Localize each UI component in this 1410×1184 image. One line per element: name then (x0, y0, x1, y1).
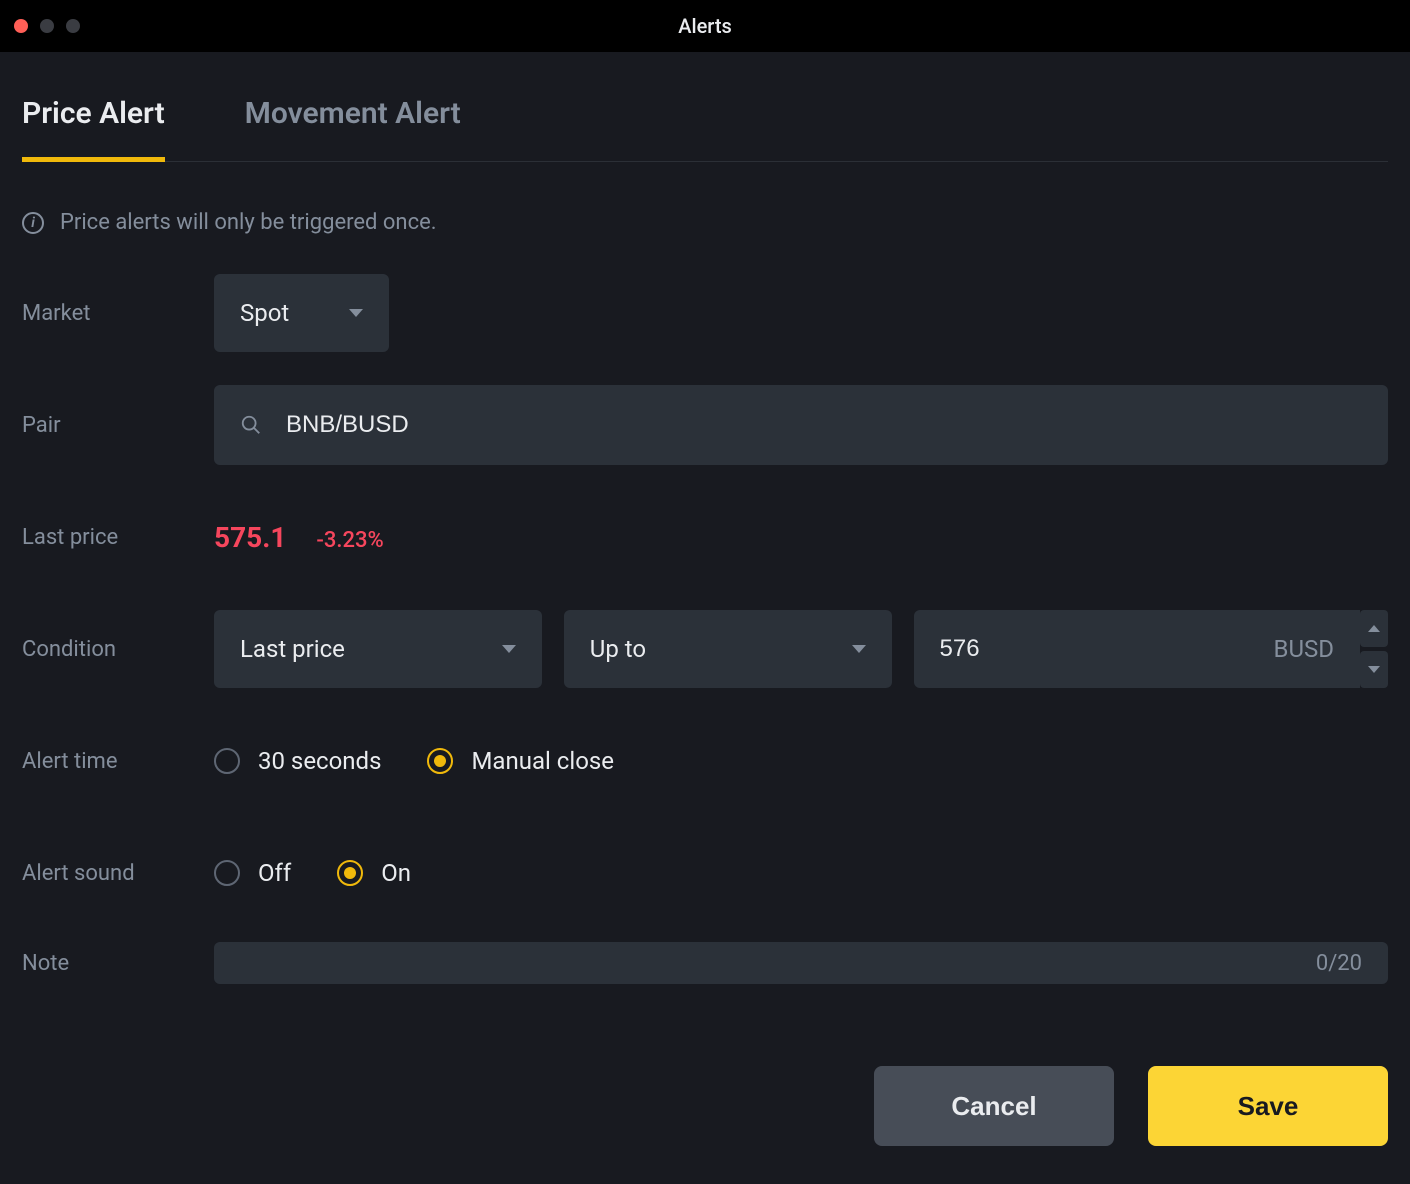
minimize-window-button[interactable] (40, 19, 54, 33)
pair-search[interactable] (214, 385, 1388, 465)
radio-label-off: Off (258, 859, 291, 887)
label-note: Note (22, 951, 214, 976)
radio-icon (427, 748, 453, 774)
close-window-button[interactable] (14, 19, 28, 33)
condition-direction-value: Up to (590, 635, 646, 663)
radio-label-30s: 30 seconds (258, 747, 381, 775)
footer-buttons: Cancel Save (874, 1066, 1388, 1146)
pair-input[interactable] (286, 411, 1362, 439)
condition-value-wrap: BUSD (914, 610, 1389, 688)
row-alert-sound: Alert sound Off On (22, 817, 1388, 929)
radio-label-manual: Manual close (471, 747, 614, 775)
chevron-down-icon (1368, 666, 1380, 673)
row-last-price: Last price 575.1 -3.23% (22, 481, 1388, 593)
info-notice: i Price alerts will only be triggered on… (22, 162, 1388, 257)
last-price-display: 575.1 -3.23% (214, 521, 384, 554)
tab-price-alert[interactable]: Price Alert (22, 96, 165, 161)
radio-label-on: On (381, 859, 411, 887)
cancel-button[interactable]: Cancel (874, 1066, 1114, 1146)
label-alert-time: Alert time (22, 749, 214, 774)
market-select[interactable]: Spot (214, 274, 389, 352)
content-area: Price Alert Movement Alert i Price alert… (0, 52, 1410, 1184)
zoom-window-button[interactable] (66, 19, 80, 33)
tabs-bar: Price Alert Movement Alert (22, 52, 1388, 162)
market-select-value: Spot (240, 299, 289, 327)
search-icon (240, 414, 262, 436)
radio-icon (337, 860, 363, 886)
radio-alert-sound-off[interactable]: Off (214, 859, 291, 887)
note-counter: 0/20 (1316, 951, 1362, 976)
spinner-down-button[interactable] (1360, 651, 1388, 688)
chevron-down-icon (349, 309, 363, 317)
row-pair: Pair (22, 369, 1388, 481)
note-input[interactable]: 0/20 (214, 942, 1388, 984)
label-alert-sound: Alert sound (22, 861, 214, 886)
condition-type-select[interactable]: Last price (214, 610, 542, 688)
last-price-change: -3.23% (316, 528, 383, 553)
alert-form: Market Spot Pair (22, 257, 1388, 997)
label-pair: Pair (22, 413, 214, 438)
condition-direction-select[interactable]: Up to (564, 610, 892, 688)
condition-value-field[interactable]: BUSD (914, 610, 1361, 688)
value-spinner (1360, 610, 1388, 688)
radio-icon (214, 748, 240, 774)
chevron-up-icon (1368, 625, 1380, 632)
save-button[interactable]: Save (1148, 1066, 1388, 1146)
label-market: Market (22, 301, 214, 326)
radio-icon (214, 860, 240, 886)
window-title: Alerts (678, 14, 732, 38)
condition-value-input[interactable] (940, 635, 1250, 663)
spinner-up-button[interactable] (1360, 610, 1388, 647)
title-bar: Alerts (0, 0, 1410, 52)
label-condition: Condition (22, 637, 214, 662)
radio-alert-sound-on[interactable]: On (337, 859, 411, 887)
window-controls (14, 19, 80, 33)
row-market: Market Spot (22, 257, 1388, 369)
row-condition: Condition Last price Up to BUSD (22, 593, 1388, 705)
info-icon: i (22, 212, 44, 234)
tab-movement-alert[interactable]: Movement Alert (245, 96, 461, 161)
label-last-price: Last price (22, 525, 214, 550)
chevron-down-icon (852, 645, 866, 653)
last-price-value: 575.1 (214, 521, 286, 554)
row-note: Note 0/20 (22, 929, 1388, 997)
radio-alert-time-30s[interactable]: 30 seconds (214, 747, 381, 775)
radio-alert-time-manual[interactable]: Manual close (427, 747, 614, 775)
scrollbar[interactable] (1398, 104, 1408, 1184)
condition-unit: BUSD (1274, 635, 1335, 663)
row-alert-time: Alert time 30 seconds Manual close (22, 705, 1388, 817)
chevron-down-icon (502, 645, 516, 653)
info-text: Price alerts will only be triggered once… (60, 210, 437, 235)
alert-time-group: 30 seconds Manual close (214, 747, 614, 775)
condition-type-value: Last price (240, 635, 345, 663)
alert-sound-group: Off On (214, 859, 411, 887)
